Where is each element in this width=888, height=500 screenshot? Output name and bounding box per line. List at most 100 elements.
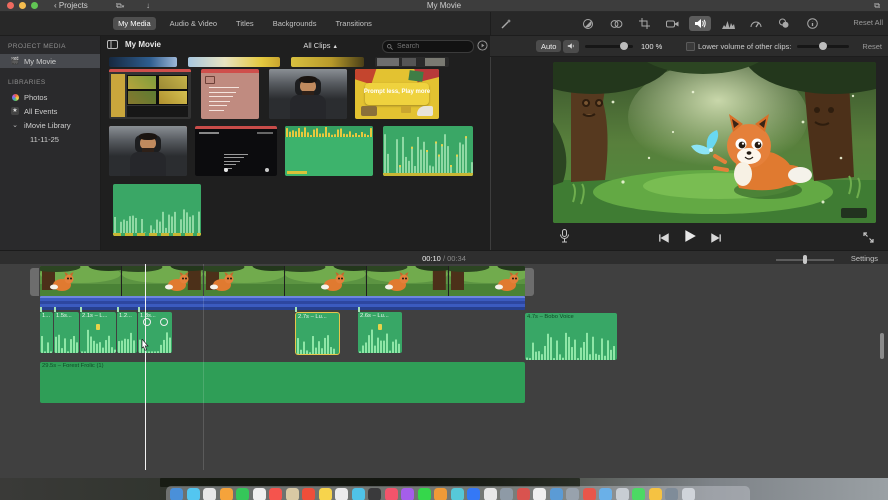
dock-icon[interactable]	[467, 487, 480, 500]
media-clip-collage[interactable]	[109, 69, 191, 119]
sidebar-item-my-movie[interactable]: 🎬 My Movie	[0, 54, 100, 68]
continuous-playback-icon[interactable]	[477, 40, 488, 53]
sidebar-item-photos[interactable]: Photos	[0, 90, 100, 104]
timeline-scrollbar[interactable]	[880, 333, 884, 359]
volume-slider-knob[interactable]	[620, 42, 629, 50]
crop-icon[interactable]	[633, 16, 655, 31]
dock-icon[interactable]	[417, 487, 431, 500]
media-clip-person[interactable]	[269, 69, 347, 119]
dock-icon[interactable]	[186, 487, 200, 500]
noise-reduction-icon[interactable]	[717, 16, 739, 31]
background-music-clip[interactable]: 29.5s – Forest Frolic (1)	[40, 362, 525, 403]
enhance-wand-icon[interactable]	[495, 16, 517, 31]
timeline-zoom-knob[interactable]	[803, 255, 807, 264]
window-options-icon[interactable]: ⧉	[874, 1, 880, 11]
play-button[interactable]	[683, 229, 697, 248]
playhead[interactable]	[145, 264, 146, 470]
dock-icon[interactable]	[252, 487, 266, 500]
dock-icon[interactable]	[170, 487, 183, 500]
clip-duration-label: 2.6s – Lu...	[360, 313, 389, 319]
dock-icon[interactable]	[500, 487, 513, 500]
dock-icon[interactable]	[582, 487, 596, 500]
dock-icon[interactable]	[335, 487, 348, 500]
dock-icon[interactable]	[351, 487, 365, 500]
media-clip-promo[interactable]: Prompt less, Play more	[355, 69, 439, 119]
lower-volume-checkbox[interactable]	[686, 42, 695, 51]
dock-icon[interactable]	[302, 487, 315, 500]
timeline-audio-clip[interactable]: 2.6s – Lu...	[358, 312, 402, 353]
dock-icon[interactable]	[632, 487, 645, 500]
media-clip-screen[interactable]	[195, 126, 277, 176]
sidebar-item-all-events[interactable]: ★ All Events	[0, 104, 100, 118]
tab-audio-video[interactable]: Audio & Video	[165, 17, 222, 30]
tab-backgrounds[interactable]: Backgrounds	[268, 17, 322, 30]
dock-icon[interactable]	[516, 487, 530, 500]
dock-icon[interactable]	[269, 487, 282, 500]
dock-icon[interactable]	[219, 487, 233, 500]
media-clip-notes[interactable]	[201, 69, 259, 119]
dock-icon[interactable]	[549, 487, 563, 500]
tab-titles[interactable]: Titles	[231, 17, 259, 30]
color-correction-icon[interactable]	[605, 16, 627, 31]
media-clip-strip[interactable]	[291, 57, 364, 67]
video-filmstrip[interactable]	[40, 266, 525, 296]
auto-volume-button[interactable]: Auto	[536, 40, 562, 52]
lower-volume-slider-knob[interactable]	[819, 42, 827, 50]
timeline-audio-clip[interactable]: 2.7s – Lu...	[295, 312, 340, 355]
sidebar-item-imovie-library[interactable]: ⌄ iMovie Library	[0, 118, 100, 132]
dock-icon[interactable]	[533, 487, 546, 500]
media-clip-audio-spikes[interactable]	[383, 126, 473, 176]
dock-icon[interactable]	[384, 487, 398, 500]
dock-icon[interactable]	[318, 487, 332, 500]
dock-icon[interactable]	[566, 487, 579, 500]
dock-icon[interactable]	[450, 487, 464, 500]
dock-icon[interactable]	[665, 487, 678, 500]
reset-all-button[interactable]: Reset All	[853, 18, 883, 27]
media-clip-strip[interactable]	[375, 57, 449, 67]
fullscreen-expand-icon[interactable]	[863, 230, 874, 248]
dock-icon[interactable]	[681, 487, 695, 500]
dock-icon[interactable]	[285, 487, 299, 500]
sidebar-toggle-icon[interactable]	[107, 40, 118, 51]
media-clip-strip[interactable]	[109, 57, 177, 67]
clip-filter-dropdown[interactable]: All Clips ▲	[303, 41, 338, 50]
dock-icon[interactable]	[401, 487, 414, 500]
search-input[interactable]	[395, 42, 459, 51]
dock-icon[interactable]	[203, 487, 216, 500]
tab-my-media[interactable]: My Media	[113, 17, 156, 30]
dock-icon[interactable]	[615, 487, 629, 500]
timeline-audio-clip[interactable]: 1...	[40, 312, 53, 353]
mute-speaker-icon[interactable]	[563, 40, 579, 53]
stabilization-icon[interactable]	[661, 16, 683, 31]
media-clip-person[interactable]	[109, 126, 187, 176]
color-balance-icon[interactable]	[577, 16, 599, 31]
skip-forward-icon[interactable]	[710, 230, 722, 248]
clip-trim-handle-right[interactable]	[525, 268, 534, 296]
tab-transitions[interactable]: Transitions	[330, 17, 376, 30]
dock-icon[interactable]	[368, 487, 381, 500]
clip-trim-handle-left[interactable]	[30, 268, 39, 296]
timeline-audio-clip[interactable]: 1.2...	[117, 312, 137, 353]
info-icon[interactable]	[801, 16, 823, 31]
dock-icon[interactable]	[483, 487, 497, 500]
timeline-audio-clip[interactable]: 2.1s – L...	[80, 312, 116, 353]
preview-video-frame[interactable]	[553, 62, 876, 223]
dock-icon[interactable]	[434, 487, 447, 500]
sidebar-item-11-11-25[interactable]: 11-11-25	[0, 132, 100, 146]
dock-icon[interactable]	[236, 487, 249, 500]
media-clip-audio[interactable]	[113, 184, 201, 236]
dock-icon[interactable]	[599, 487, 612, 500]
skip-back-icon[interactable]	[658, 230, 669, 248]
timeline-settings-button[interactable]: Settings	[851, 254, 878, 263]
speed-icon[interactable]	[745, 16, 767, 31]
media-clip-strip[interactable]	[188, 57, 280, 67]
dock-icon[interactable]	[648, 487, 662, 500]
timeline-audio-clip[interactable]: 1.5s...	[54, 312, 79, 353]
media-clip-audio-top[interactable]	[285, 126, 373, 176]
effects-icon[interactable]	[773, 16, 795, 31]
timeline-audio-clip[interactable]: 4.7s – Bobo Voice	[525, 313, 617, 360]
volume-icon[interactable]	[689, 16, 711, 31]
search-field[interactable]	[382, 40, 474, 53]
reset-button[interactable]: Reset	[862, 42, 882, 51]
video-audio-track[interactable]	[40, 296, 525, 310]
